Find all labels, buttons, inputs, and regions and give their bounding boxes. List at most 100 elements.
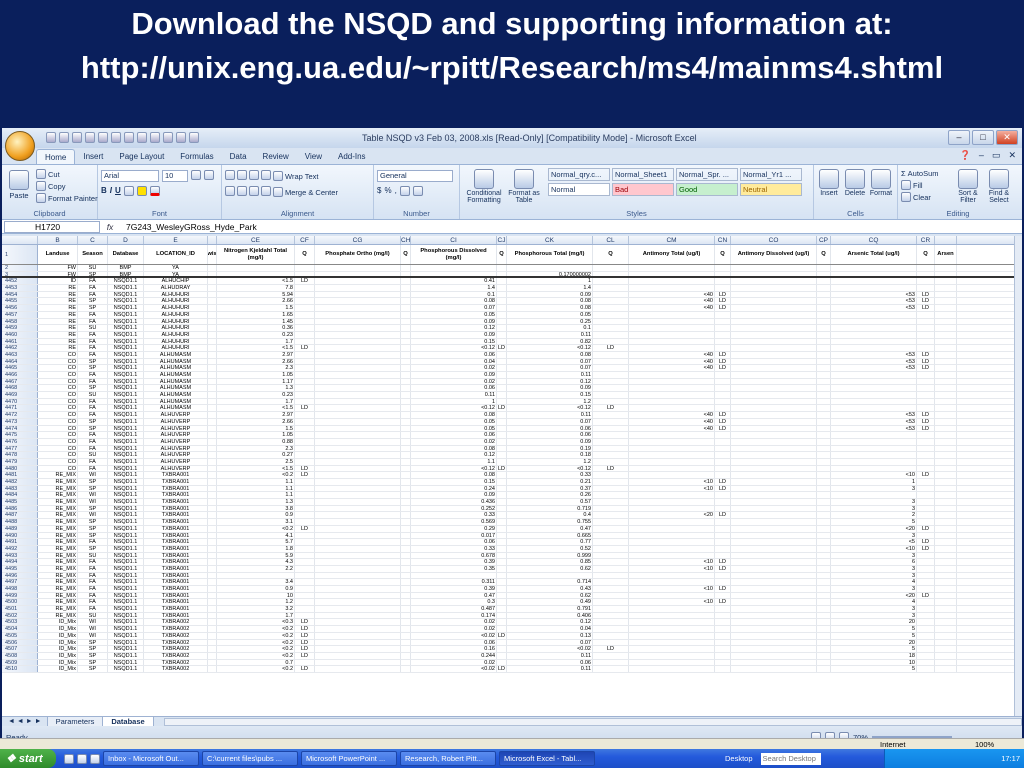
- cell[interactable]: [497, 358, 507, 365]
- cell[interactable]: ALHUVERP: [144, 412, 208, 418]
- cell[interactable]: [731, 552, 817, 559]
- cell[interactable]: [208, 298, 217, 305]
- cell[interactable]: [497, 452, 507, 458]
- cell[interactable]: [401, 345, 411, 351]
- cell[interactable]: NSQD1.1: [108, 338, 144, 345]
- cell[interactable]: [497, 385, 507, 392]
- cell[interactable]: RE: [38, 298, 78, 305]
- cell[interactable]: [497, 418, 507, 425]
- cell[interactable]: TXBRA002: [144, 666, 208, 672]
- cell[interactable]: 0.27: [217, 452, 295, 458]
- cell[interactable]: [315, 485, 401, 492]
- cell[interactable]: 0.52: [507, 545, 593, 552]
- cell[interactable]: ALHUVERP: [144, 445, 208, 452]
- cell[interactable]: NSQD1.1: [108, 458, 144, 465]
- cell[interactable]: [935, 586, 957, 592]
- cell[interactable]: [497, 372, 507, 378]
- cell[interactable]: [831, 338, 917, 345]
- cell[interactable]: [731, 606, 817, 612]
- cell[interactable]: [817, 626, 831, 632]
- cell[interactable]: WI: [78, 492, 108, 499]
- cell[interactable]: FA: [78, 539, 108, 545]
- cell[interactable]: <0.12: [507, 345, 593, 351]
- cell[interactable]: [593, 445, 629, 452]
- cell[interactable]: [497, 472, 507, 478]
- cell[interactable]: [629, 646, 715, 652]
- cell[interactable]: <53: [831, 365, 917, 371]
- cell[interactable]: CO: [38, 432, 78, 438]
- cell[interactable]: [208, 632, 217, 639]
- cell[interactable]: CO: [38, 412, 78, 418]
- cell[interactable]: <40: [629, 305, 715, 311]
- cell[interactable]: [917, 652, 935, 659]
- cell[interactable]: 2.66: [217, 358, 295, 365]
- task-outlook[interactable]: Inbox - Microsoft Out...: [103, 751, 199, 766]
- cell[interactable]: [315, 479, 401, 485]
- cell[interactable]: [208, 458, 217, 465]
- cell[interactable]: [831, 438, 917, 445]
- column-header[interactable]: [935, 236, 957, 244]
- grow-font-icon[interactable]: [191, 170, 201, 180]
- clear-button[interactable]: Clear: [901, 191, 939, 203]
- cell[interactable]: [917, 318, 935, 325]
- cell[interactable]: [817, 519, 831, 525]
- cell[interactable]: LD: [295, 345, 315, 351]
- cell[interactable]: [731, 452, 817, 458]
- cell[interactable]: 0.21: [507, 479, 593, 485]
- cell[interactable]: [715, 499, 731, 505]
- cell[interactable]: [715, 311, 731, 318]
- cell[interactable]: [497, 445, 507, 452]
- cell[interactable]: 0.18: [507, 452, 593, 458]
- cell[interactable]: [208, 592, 217, 599]
- cell[interactable]: [497, 479, 507, 485]
- cell[interactable]: RE: [38, 285, 78, 291]
- cell[interactable]: [629, 465, 715, 472]
- cell[interactable]: [917, 398, 935, 405]
- cell[interactable]: ALHUCHIP: [144, 278, 208, 285]
- cell[interactable]: [295, 586, 315, 592]
- cell[interactable]: RE: [38, 291, 78, 298]
- cell[interactable]: [935, 345, 957, 351]
- cell[interactable]: [593, 639, 629, 646]
- row-header[interactable]: 4489: [2, 525, 38, 532]
- row-header[interactable]: 4504: [2, 626, 38, 632]
- cell[interactable]: [593, 652, 629, 659]
- cell[interactable]: [935, 652, 957, 659]
- cell[interactable]: CO: [38, 351, 78, 358]
- conditional-formatting-button[interactable]: Conditional Formatting: [464, 167, 504, 204]
- cell[interactable]: [295, 445, 315, 452]
- cell[interactable]: [817, 278, 831, 285]
- cell[interactable]: [917, 552, 935, 559]
- cell[interactable]: [208, 405, 217, 412]
- cell[interactable]: <1.5: [217, 345, 295, 351]
- cell[interactable]: [401, 559, 411, 565]
- cell[interactable]: [315, 271, 401, 277]
- cell[interactable]: [497, 392, 507, 398]
- cell[interactable]: [731, 311, 817, 318]
- cell[interactable]: 0.02: [411, 619, 497, 626]
- cell[interactable]: [817, 505, 831, 512]
- cell[interactable]: [831, 398, 917, 405]
- cell[interactable]: NSQD1.1: [108, 572, 144, 579]
- cell[interactable]: [715, 619, 731, 626]
- cell[interactable]: NSQD1.1: [108, 532, 144, 539]
- cell[interactable]: WI: [78, 499, 108, 505]
- cell[interactable]: [715, 532, 731, 539]
- cell[interactable]: ALHUHURI: [144, 331, 208, 338]
- cell[interactable]: [629, 398, 715, 405]
- cell[interactable]: 2.66: [217, 418, 295, 425]
- row-header[interactable]: 4505: [2, 632, 38, 639]
- row-header[interactable]: 4470: [2, 398, 38, 405]
- cell[interactable]: [401, 358, 411, 365]
- cell[interactable]: [295, 358, 315, 365]
- cell[interactable]: ALHUVERP: [144, 438, 208, 445]
- cell[interactable]: FA: [78, 572, 108, 579]
- cell[interactable]: [401, 599, 411, 606]
- cell[interactable]: [817, 298, 831, 305]
- cell[interactable]: RE_MIX: [38, 512, 78, 519]
- wrap-text-button[interactable]: Wrap Text: [273, 170, 319, 182]
- row-header[interactable]: 3: [2, 271, 38, 278]
- cell[interactable]: [295, 372, 315, 378]
- cell[interactable]: [831, 278, 917, 285]
- cell[interactable]: [315, 572, 401, 579]
